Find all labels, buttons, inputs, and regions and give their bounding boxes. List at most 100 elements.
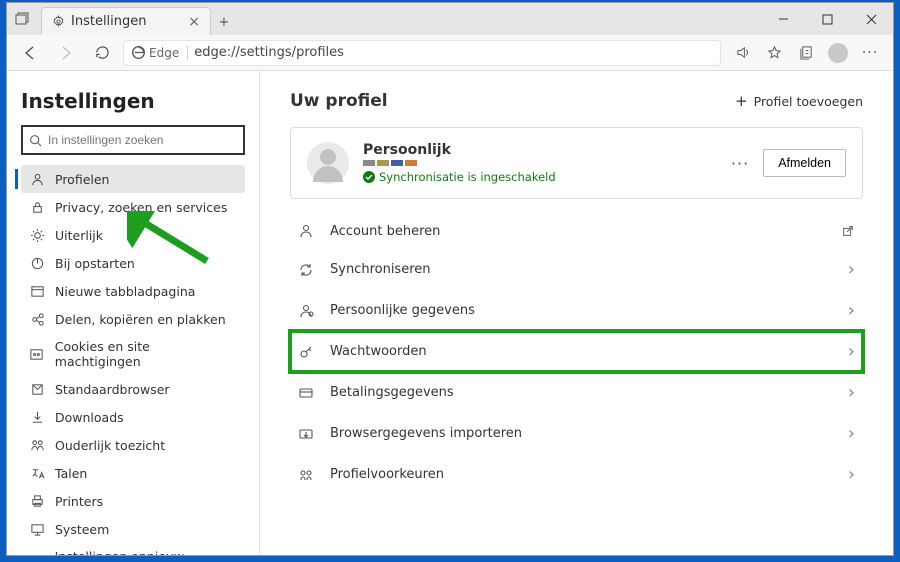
sidebar-item-label: Standaardbrowser — [55, 382, 170, 397]
sidebar-item-4[interactable]: Nieuwe tabbladpagina — [21, 277, 245, 305]
profile-menu: Account beherenSynchroniseren›Persoonlij… — [290, 213, 863, 495]
chevron-right-icon: › — [848, 341, 855, 362]
sidebar-item-7[interactable]: Standaardbrowser — [21, 375, 245, 403]
sync-icon — [298, 262, 316, 278]
sidebar-item-label: Cookies en site machtigingen — [55, 339, 237, 369]
toolbar: Edge edge://settings/profiles ··· — [7, 35, 893, 71]
sidebar-item-12[interactable]: Systeem — [21, 515, 245, 543]
account-icon — [298, 223, 316, 239]
system-icon — [29, 521, 45, 537]
sync-status: Synchronisatie is ingeschakeld — [363, 170, 556, 184]
downloads-icon — [29, 409, 45, 425]
menu-item-3[interactable]: Wachtwoorden› — [290, 331, 863, 372]
sidebar-item-0[interactable]: Profielen — [21, 165, 245, 193]
chevron-right-icon: › — [848, 464, 855, 485]
menu-item-label: Betalingsgegevens — [330, 385, 454, 400]
menu-item-5[interactable]: Browsergegevens importeren › — [290, 413, 863, 454]
appearance-icon — [29, 227, 45, 243]
plus-icon: + — [735, 92, 748, 110]
sidebar-item-label: Instellingen opnieuw instellen — [55, 549, 237, 555]
sidebar-item-8[interactable]: Downloads — [21, 403, 245, 431]
sidebar-item-2[interactable]: Uiterlijk — [21, 221, 245, 249]
sidebar-item-label: Ouderlijk toezicht — [55, 438, 165, 453]
sidebar-item-label: Bij opstarten — [55, 256, 135, 271]
sidebar-item-label: Printers — [55, 494, 103, 509]
settings-nav: Profielen Privacy, zoeken en services Uite… — [21, 165, 245, 555]
sidebar-item-13[interactable]: Instellingen opnieuw instellen — [21, 543, 245, 555]
sidebar-item-3[interactable]: Bij opstarten — [21, 249, 245, 277]
chevron-right-icon: › — [848, 382, 855, 403]
profile-color-stripes — [363, 160, 556, 166]
tabs-icon[interactable] — [7, 3, 37, 35]
sidebar-item-label: Uiterlijk — [55, 228, 103, 243]
sign-out-button[interactable]: Afmelden — [763, 149, 846, 177]
external-link-icon — [841, 224, 855, 238]
sidebar-item-6[interactable]: Cookies en site machtigingen — [21, 333, 245, 375]
menu-item-label: Synchroniseren — [330, 262, 431, 277]
sidebar-item-11[interactable]: Printers — [21, 487, 245, 515]
menu-item-label: Persoonlijke gegevens — [330, 303, 475, 318]
sidebar-item-10[interactable]: Talen — [21, 459, 245, 487]
menu-item-0[interactable]: Account beheren — [290, 213, 863, 249]
tab-settings[interactable]: Instellingen × — [41, 7, 211, 35]
minimize-button[interactable] — [761, 3, 805, 35]
profile-name: Persoonlijk — [363, 142, 556, 158]
refresh-button[interactable] — [87, 38, 117, 68]
chevron-right-icon: › — [848, 259, 855, 280]
lock-icon — [29, 199, 45, 215]
settings-search[interactable] — [21, 125, 245, 155]
sidebar-item-label: Profielen — [55, 172, 109, 187]
sidebar-item-1[interactable]: Privacy, zoeken en services — [21, 193, 245, 221]
close-window-button[interactable] — [849, 3, 893, 35]
printers-icon — [29, 493, 45, 509]
menu-item-1[interactable]: Synchroniseren › — [290, 249, 863, 290]
forward-button[interactable] — [51, 38, 81, 68]
edge-logo-icon — [132, 46, 145, 59]
favorites-icon[interactable] — [759, 38, 789, 68]
key-icon — [298, 344, 316, 360]
profile-avatar-button[interactable] — [823, 38, 853, 68]
read-aloud-icon[interactable] — [727, 38, 757, 68]
menu-item-label: Profielvoorkeuren — [330, 467, 444, 482]
import-icon — [298, 426, 316, 442]
search-icon — [29, 134, 42, 147]
settings-main: Uw profiel + Profiel toevoegen Persoonli… — [260, 71, 893, 555]
browser-window: Instellingen × + Edge edge://settings/pr… — [6, 2, 894, 556]
sidebar-title: Instellingen — [21, 89, 245, 113]
back-button[interactable] — [15, 38, 45, 68]
collections-icon[interactable] — [791, 38, 821, 68]
search-input[interactable] — [48, 133, 237, 147]
menu-item-4[interactable]: Betalingsgegevens › — [290, 372, 863, 413]
settings-sidebar: Instellingen Profielen Privacy, zoeken en… — [7, 71, 260, 555]
power-icon — [29, 255, 45, 271]
tab-title: Instellingen — [71, 14, 147, 29]
cookies-icon — [29, 346, 45, 362]
languages-icon — [29, 465, 45, 481]
titlebar: Instellingen × + — [7, 3, 893, 35]
default-icon — [29, 381, 45, 397]
share-icon — [29, 311, 45, 327]
sidebar-item-label: Privacy, zoeken en services — [55, 200, 227, 215]
sidebar-item-label: Talen — [55, 466, 87, 481]
chevron-right-icon: › — [848, 300, 855, 321]
chevron-right-icon: › — [848, 423, 855, 444]
sidebar-item-5[interactable]: Delen, kopiëren en plakken — [21, 305, 245, 333]
menu-item-2[interactable]: Persoonlijke gegevens › — [290, 290, 863, 331]
menu-item-label: Browsergegevens importeren — [330, 426, 522, 441]
address-bar[interactable]: Edge edge://settings/profiles — [123, 40, 721, 66]
card-icon — [298, 385, 316, 401]
menu-item-6[interactable]: Profielvoorkeuren › — [290, 454, 863, 495]
maximize-button[interactable] — [805, 3, 849, 35]
profile-more-button[interactable]: ··· — [731, 154, 749, 173]
menu-button[interactable]: ··· — [855, 38, 885, 68]
family-icon — [29, 437, 45, 453]
person-icon — [298, 303, 316, 319]
new-tab-button[interactable]: + — [211, 9, 237, 35]
add-profile-button[interactable]: + Profiel toevoegen — [735, 92, 863, 110]
sidebar-item-9[interactable]: Ouderlijk toezicht — [21, 431, 245, 459]
sidebar-item-label: Delen, kopiëren en plakken — [55, 312, 226, 327]
sidebar-item-label: Systeem — [55, 522, 109, 537]
page-title: Uw profiel — [290, 91, 388, 111]
sidebar-item-label: Downloads — [55, 410, 124, 425]
tab-close-icon[interactable]: × — [188, 14, 200, 30]
